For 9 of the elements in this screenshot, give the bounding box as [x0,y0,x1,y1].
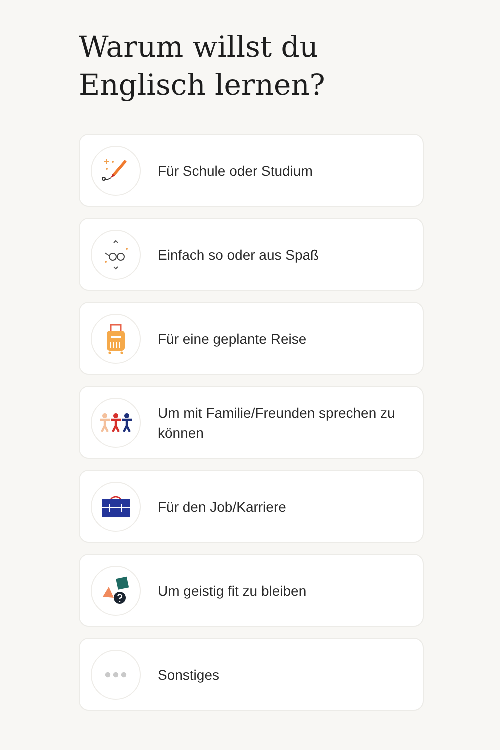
option-button[interactable]: Für Schule oder Studium [79,134,424,207]
more-icon [105,672,127,678]
option-button[interactable]: Einfach so oder aus Spaß [79,218,424,291]
page-title: Warum willst du Englisch lernen? [79,29,326,104]
option-button[interactable]: Um geistig fit zu bleiben [79,554,424,627]
option-button[interactable]: Für den Job/Karriere [79,470,424,543]
option-button[interactable]: Um mit Familie/Freunden sprechen zu können [79,386,424,459]
option-button[interactable]: Sonstiges [79,638,424,711]
option-button[interactable]: Für eine geplante Reise [79,302,424,375]
